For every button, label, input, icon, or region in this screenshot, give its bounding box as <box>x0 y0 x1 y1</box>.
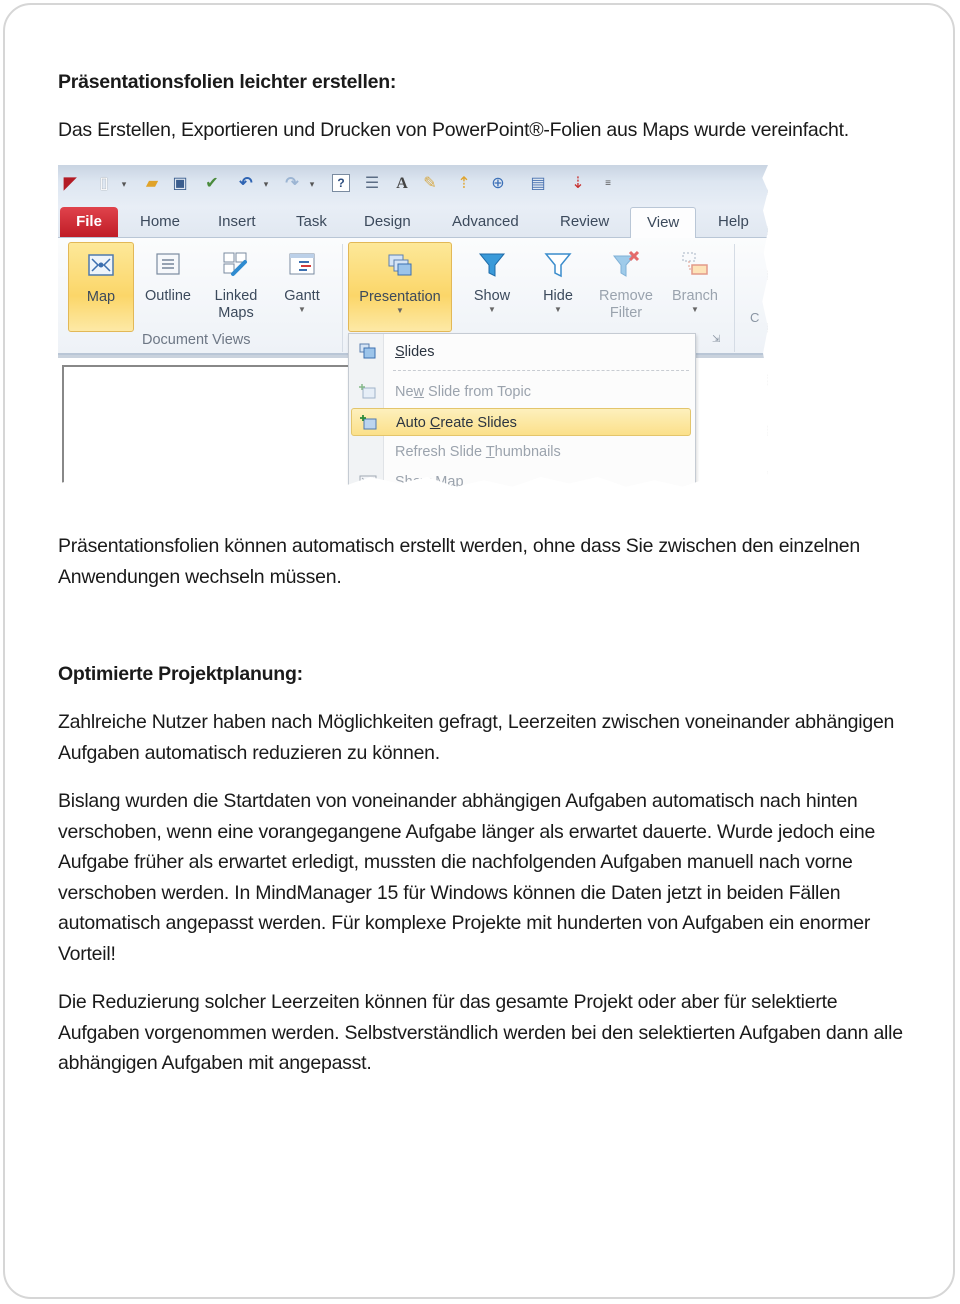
tab-review[interactable]: Review <box>560 213 609 230</box>
show-filter-button[interactable]: Show ▼ <box>464 242 520 315</box>
tab-help[interactable]: Help <box>718 213 749 230</box>
menu-item-new-slide-from-topic[interactable]: New Slide from Topic <box>351 378 691 406</box>
customize-qat-icon: ≡ <box>605 178 611 189</box>
linked-maps-icon <box>223 252 247 276</box>
menu-item-label: Refresh Slide Thumbnails <box>395 444 561 460</box>
filter-show-icon <box>478 253 506 277</box>
tab-design[interactable]: Design <box>364 213 411 230</box>
quick-access-toolbar: ◤ ▯ ▾ ▰ ▣ ✔ ↶ ▾ ↷ ▾ ? ☰ A ✎ ⇡ ⊕ ▤ ⇣ ≡ <box>58 165 768 207</box>
undo-icon: ↶ <box>239 175 253 192</box>
auto-create-slides-icon <box>360 415 377 430</box>
topic-icon: ⇡ <box>457 175 471 192</box>
layout-icon: ☰ <box>364 175 380 192</box>
dropdown-icon: ▾ <box>121 179 127 189</box>
presentation-dropdown-menu: Slides New Slide from Topic Auto Create … <box>348 333 696 487</box>
font-icon: A <box>396 175 408 192</box>
remove-filter-icon <box>612 250 640 277</box>
tab-task[interactable]: Task <box>296 213 327 230</box>
help-icon: ? <box>332 174 350 192</box>
section-heading-project-planning: Optimierte Projektplanung: <box>58 663 303 685</box>
relationship-icon: ⇣ <box>571 175 585 192</box>
new-slide-icon <box>359 384 376 399</box>
slides-icon <box>359 343 376 359</box>
tab-insert[interactable]: Insert <box>218 213 256 230</box>
chevron-down-icon: ▼ <box>298 305 306 314</box>
hide-filter-button[interactable]: Hide ▼ <box>530 242 586 315</box>
outline-button[interactable]: Outline <box>138 242 198 305</box>
paragraph-1: Zahlreiche Nutzer haben nach Möglichkeit… <box>58 711 895 764</box>
tab-view[interactable]: View <box>630 207 697 239</box>
dropdown-icon: ▾ <box>309 179 315 189</box>
dropdown-icon: ▾ <box>263 179 269 189</box>
redo-icon: ↷ <box>285 175 299 192</box>
new-document-icon: ▯ <box>99 175 109 192</box>
presentation-label: Presentation <box>359 289 441 305</box>
branch-label: Branch <box>672 288 718 304</box>
chevron-down-icon: ▼ <box>488 305 496 314</box>
presentation-button[interactable]: Presentation ▼ <box>348 242 452 332</box>
chevron-down-icon: ▼ <box>396 306 404 315</box>
outline-label: Outline <box>145 288 191 304</box>
group-separator <box>342 244 343 352</box>
tab-advanced[interactable]: Advanced <box>452 213 519 230</box>
paragraph-3: Die Reduzierung solcher Leerzeiten könne… <box>58 991 903 1074</box>
paragraph-2: Bislang wurden die Startdaten von vonein… <box>58 790 876 965</box>
map-canvas <box>62 365 364 487</box>
add-icon: ⊕ <box>491 175 505 192</box>
tab-home[interactable]: Home <box>140 213 180 230</box>
linked-maps-label: Linked Maps <box>214 288 258 321</box>
map-view-label: Map <box>86 289 116 305</box>
menu-item-refresh-slide-thumbnails[interactable]: Refresh Slide Thumbnails <box>351 438 691 466</box>
overflow-icon: C <box>750 310 760 325</box>
presentation-paragraph: Präsentationsfolien können automatisch e… <box>58 535 860 588</box>
menu-item-label: New Slide from Topic <box>395 384 531 400</box>
remove-filter-label: Remove Filter <box>599 288 653 321</box>
presentation-icon <box>388 254 412 276</box>
map-view-button[interactable]: Map <box>68 242 134 332</box>
chevron-down-icon: ▼ <box>554 305 562 314</box>
open-folder-icon: ▰ <box>145 175 159 192</box>
outline-icon <box>156 253 180 275</box>
dialog-launcher-icon[interactable]: ⇲ <box>712 334 720 345</box>
menu-item-auto-create-slides[interactable]: Auto Create Slides <box>351 408 691 436</box>
intro-paragraph: Das Erstellen, Exportieren und Drucken v… <box>58 119 849 141</box>
filter-hide-icon <box>544 253 572 278</box>
linked-maps-button[interactable]: Linked Maps <box>206 242 266 322</box>
save-icon: ▣ <box>172 175 188 192</box>
chevron-down-icon: ▼ <box>691 305 699 314</box>
section-heading-presentation: Präsentationsfolien leichter erstellen: <box>58 71 397 93</box>
menu-item-slides[interactable]: Slides <box>351 338 691 366</box>
gantt-button[interactable]: Gantt ▼ <box>272 242 332 315</box>
menu-separator <box>393 370 689 371</box>
branch-icon <box>682 252 708 275</box>
map-theme-icon: ▤ <box>530 175 546 192</box>
group-separator <box>734 244 735 352</box>
group-label-document-views: Document Views <box>142 332 251 348</box>
branch-button[interactable]: Branch ▼ <box>664 242 726 315</box>
gantt-label: Gantt <box>284 288 320 304</box>
map-view-icon <box>88 254 114 276</box>
show-filter-label: Show <box>473 288 511 304</box>
ribbon-screenshot: ◤ ▯ ▾ ▰ ▣ ✔ ↶ ▾ ↷ ▾ ? ☰ A ✎ ⇡ ⊕ ▤ ⇣ ≡ Fi… <box>58 165 768 487</box>
menu-item-label: Slides <box>395 344 435 360</box>
menu-item-label: Auto Create Slides <box>396 415 517 431</box>
remove-filter-button[interactable]: Remove Filter <box>594 242 658 322</box>
format-painter-icon: ✎ <box>423 175 437 192</box>
hide-filter-label: Hide <box>543 288 573 304</box>
app-logo-icon: ◤ <box>63 175 77 192</box>
gantt-icon <box>289 253 315 275</box>
tab-file[interactable]: File <box>60 207 118 237</box>
ribbon-tabs: File Home Insert Task Design Advanced Re… <box>58 207 768 239</box>
print-icon: ✔ <box>205 175 219 192</box>
